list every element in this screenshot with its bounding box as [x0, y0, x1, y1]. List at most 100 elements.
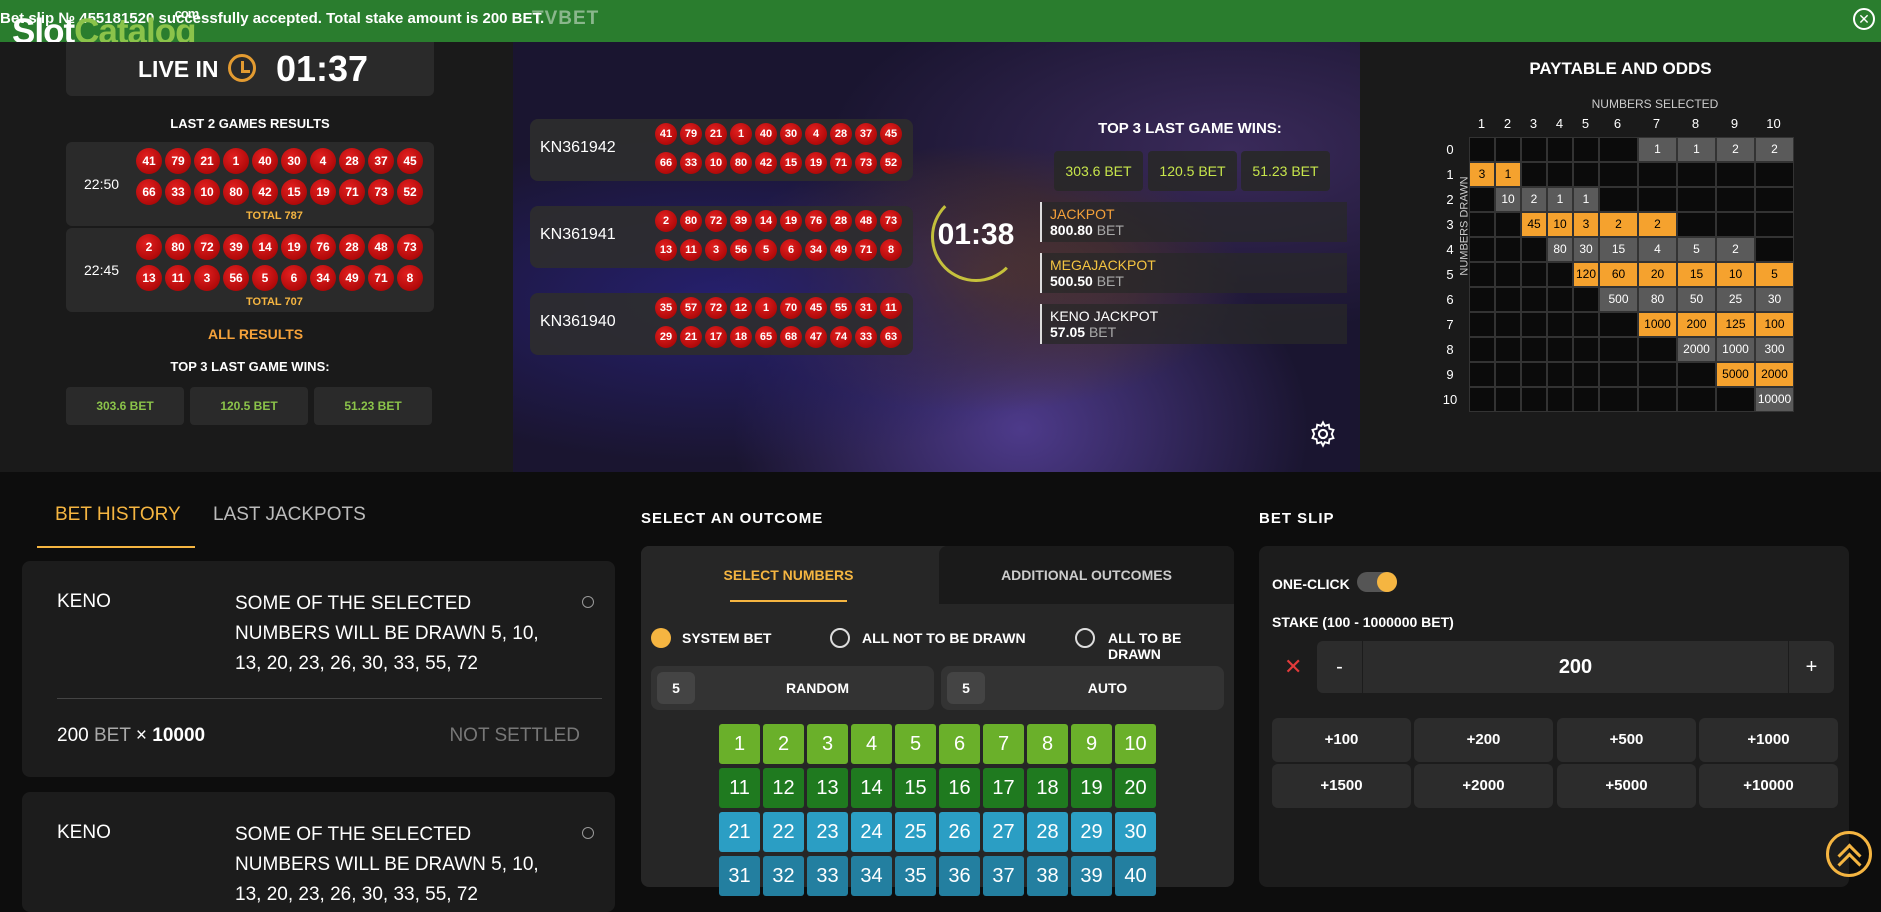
quick-stake-button[interactable]: +2000	[1414, 764, 1553, 808]
number-button[interactable]: 30	[1115, 812, 1156, 852]
paytable-cell	[1573, 287, 1599, 312]
number-button[interactable]: 17	[983, 768, 1024, 808]
number-button[interactable]: 14	[851, 768, 892, 808]
quick-stake-button[interactable]: +200	[1414, 718, 1553, 762]
number-button[interactable]: 34	[851, 856, 892, 896]
number-button[interactable]: 32	[763, 856, 804, 896]
number-button[interactable]: 8	[1027, 724, 1068, 764]
all-not-drawn-radio[interactable]	[830, 628, 850, 648]
number-button[interactable]: 33	[807, 856, 848, 896]
paytable-cell: 2000	[1755, 362, 1794, 387]
info-icon[interactable]	[582, 596, 594, 608]
number-button[interactable]: 22	[763, 812, 804, 852]
stake-minus-button[interactable]: -	[1317, 641, 1363, 693]
stake-label: STAKE (100 - 1000000 BET)	[1272, 614, 1454, 630]
number-button[interactable]: 16	[939, 768, 980, 808]
paytable-cell	[1573, 362, 1599, 387]
number-button[interactable]: 36	[939, 856, 980, 896]
paytable-cell	[1495, 312, 1521, 337]
numbers-selected-label: NUMBERS SELECTED	[1591, 97, 1719, 111]
paytable-cell	[1469, 287, 1495, 312]
number-button[interactable]: 15	[895, 768, 936, 808]
number-button[interactable]: 2	[763, 724, 804, 764]
random-count[interactable]: 5	[657, 672, 695, 704]
all-results-link[interactable]: ALL RESULTS	[208, 326, 303, 342]
number-button[interactable]: 24	[851, 812, 892, 852]
info-icon[interactable]	[582, 827, 594, 839]
paytable-cell	[1521, 287, 1547, 312]
number-button[interactable]: 18	[1027, 768, 1068, 808]
number-button[interactable]: 37	[983, 856, 1024, 896]
result-ball: 71	[368, 265, 394, 291]
one-click-toggle[interactable]	[1357, 572, 1397, 592]
draw-ball: 74	[830, 326, 852, 348]
number-button[interactable]: 7	[983, 724, 1024, 764]
clock-icon	[228, 54, 256, 82]
number-button[interactable]: 28	[1027, 812, 1068, 852]
number-button[interactable]: 3	[807, 724, 848, 764]
stake-plus-button[interactable]: +	[1788, 641, 1834, 693]
paytable-cell	[1547, 387, 1573, 412]
paytable-cell	[1547, 162, 1573, 187]
all-drawn-radio[interactable]	[1075, 628, 1095, 648]
paytable-col-header: 1	[1477, 116, 1486, 131]
paytable-cell	[1573, 337, 1599, 362]
draw-ball: 73	[855, 152, 877, 174]
system-bet-radio[interactable]	[651, 628, 671, 648]
result-ball: 28	[339, 234, 365, 260]
number-button[interactable]: 27	[983, 812, 1024, 852]
number-button[interactable]: 13	[807, 768, 848, 808]
auto-button[interactable]: 5 AUTO	[941, 666, 1224, 710]
clear-stake-icon[interactable]: ✕	[1284, 654, 1302, 680]
history-status: NOT SETTLED	[449, 725, 580, 746]
quick-stake-button[interactable]: +1500	[1272, 764, 1411, 808]
paytable-cell: 5	[1677, 237, 1716, 262]
tab-select-numbers[interactable]: SELECT NUMBERS	[641, 546, 936, 604]
number-button[interactable]: 23	[807, 812, 848, 852]
close-icon[interactable]: ✕	[1853, 8, 1875, 30]
result-ball: 45	[397, 148, 423, 174]
number-button[interactable]: 25	[895, 812, 936, 852]
number-button[interactable]: 4	[851, 724, 892, 764]
draw-ball: 11	[880, 297, 902, 319]
tab-last-jackpots[interactable]: LAST JACKPOTS	[213, 504, 366, 526]
stake-input[interactable]: 200	[1363, 641, 1788, 693]
draw-ball: 21	[705, 123, 727, 145]
number-button[interactable]: 1	[719, 724, 760, 764]
number-button[interactable]: 39	[1071, 856, 1112, 896]
paytable-col-header: 7	[1652, 116, 1661, 131]
quick-stake-button[interactable]: +10000	[1699, 764, 1838, 808]
tab-additional-outcomes[interactable]: ADDITIONAL OUTCOMES	[939, 546, 1234, 604]
live-video: KN361942 41 79 21 1 40 30 4 28 37 45 66 33 10 80 42 15 19…	[513, 42, 1360, 472]
number-button[interactable]: 40	[1115, 856, 1156, 896]
auto-count[interactable]: 5	[947, 672, 985, 704]
number-button[interactable]: 20	[1115, 768, 1156, 808]
number-button[interactable]: 26	[939, 812, 980, 852]
quick-stake-button[interactable]: +100	[1272, 718, 1411, 762]
number-button[interactable]: 19	[1071, 768, 1112, 808]
number-button[interactable]: 35	[895, 856, 936, 896]
number-button[interactable]: 29	[1071, 812, 1112, 852]
paytable-cell: 60	[1599, 262, 1638, 287]
number-button[interactable]: 31	[719, 856, 760, 896]
number-button[interactable]: 5	[895, 724, 936, 764]
number-button[interactable]: 38	[1027, 856, 1068, 896]
number-button[interactable]: 6	[939, 724, 980, 764]
number-button[interactable]: 10	[1115, 724, 1156, 764]
gear-icon[interactable]	[1309, 420, 1337, 448]
number-button[interactable]: 9	[1071, 724, 1112, 764]
paytable-cell	[1521, 362, 1547, 387]
paytable-cell: 3	[1469, 162, 1495, 187]
paytable-cell	[1495, 337, 1521, 362]
draw-row: KN361942 41 79 21 1 40 30 4 28 37 45 66 33 10 80 42 15 19…	[530, 119, 913, 181]
number-button[interactable]: 11	[719, 768, 760, 808]
quick-stake-button[interactable]: +5000	[1557, 764, 1696, 808]
last-games-title: LAST 2 GAMES RESULTS	[170, 116, 330, 131]
number-button[interactable]: 12	[763, 768, 804, 808]
number-button[interactable]: 21	[719, 812, 760, 852]
quick-stake-button[interactable]: +1000	[1699, 718, 1838, 762]
tab-bet-history[interactable]: BET HISTORY	[55, 504, 181, 526]
quick-stake-button[interactable]: +500	[1557, 718, 1696, 762]
scroll-to-top-icon[interactable]	[1826, 831, 1872, 877]
random-button[interactable]: 5 RANDOM	[651, 666, 934, 710]
